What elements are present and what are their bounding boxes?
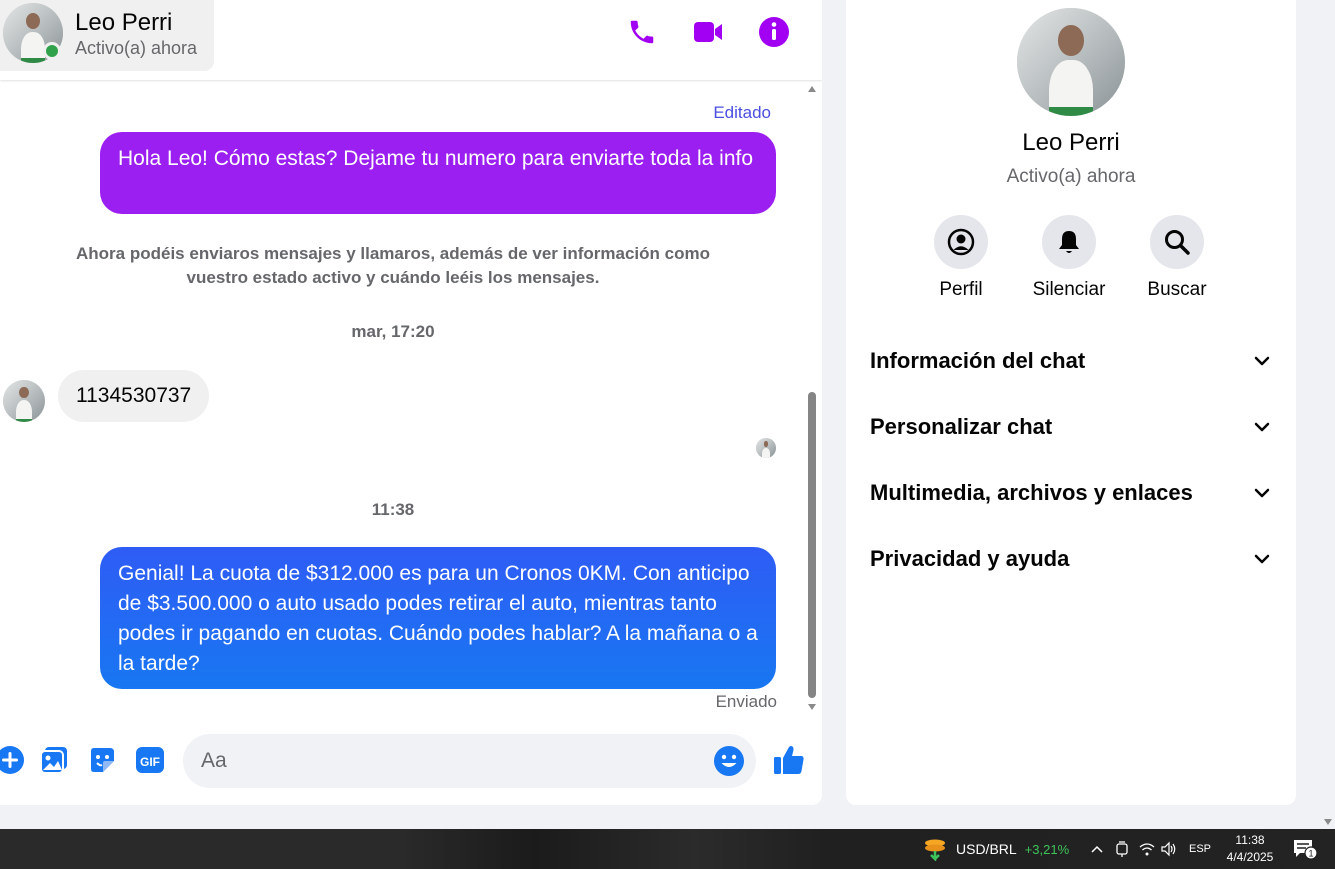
timestamp-divider: 11:38 [371, 500, 415, 519]
emoji-icon[interactable] [712, 744, 746, 778]
section-chat-info[interactable]: Información del chat [858, 333, 1284, 389]
speaker-icon[interactable] [1160, 829, 1178, 869]
windows-taskbar: USD/BRL +3,21% ESP 11:38 4/4/2025 1 [0, 829, 1335, 869]
read-receipt-avatar [756, 438, 776, 458]
phone-icon[interactable] [624, 14, 660, 50]
search-button[interactable]: Buscar [1122, 215, 1232, 301]
section-label: Multimedia, archivos y enlaces [870, 480, 1193, 505]
section-label: Personalizar chat [870, 414, 1053, 439]
coins-icon [925, 839, 945, 861]
online-indicator [43, 42, 61, 60]
chat-header: Leo Perri Activo(a) ahora [0, 0, 822, 80]
thumbs-up-icon[interactable] [771, 742, 807, 778]
profile-avatar[interactable] [1017, 8, 1125, 116]
video-camera-icon[interactable] [690, 14, 726, 50]
search-label: Buscar [1147, 279, 1207, 300]
mute-button[interactable]: Silenciar [1014, 215, 1124, 301]
scrollbar-thumb[interactable] [808, 392, 816, 698]
language-indicator[interactable]: ESP [1189, 829, 1211, 869]
system-note: Ahora podéis enviaros mensajes y llamaro… [76, 244, 710, 287]
clock-time: 11:38 [1235, 833, 1265, 847]
sent-status: Enviado [715, 692, 777, 711]
scroll-up-arrow-icon[interactable] [808, 86, 816, 92]
chevron-down-icon [1254, 488, 1270, 498]
chat-info-panel: Leo Perri Activo(a) ahora Perfil Silenci… [846, 0, 1296, 805]
sender-avatar[interactable] [3, 380, 45, 422]
edited-label[interactable]: Editado [713, 103, 771, 123]
profile-button[interactable]: Perfil [906, 215, 1016, 301]
device-icon[interactable] [1114, 829, 1130, 869]
message-input-field[interactable] [183, 734, 756, 788]
sticker-icon[interactable] [84, 742, 120, 778]
mute-label: Silenciar [1032, 279, 1106, 300]
ticker-name: USD/BRL [956, 841, 1017, 857]
gif-icon[interactable]: GIF [132, 742, 168, 778]
section-label: Privacidad y ayuda [870, 546, 1070, 571]
search-icon [1150, 215, 1204, 269]
section-label: Información del chat [870, 348, 1086, 373]
contact-chip[interactable]: Leo Perri Activo(a) ahora [0, 0, 214, 71]
contact-status: Activo(a) ahora [75, 38, 198, 58]
outgoing-message[interactable]: Genial! La cuota de $312.000 es para un … [100, 547, 776, 689]
profile-status: Activo(a) ahora [1006, 166, 1136, 187]
outgoing-message[interactable]: Hola Leo! Cómo estas? Dejame tu numero p… [100, 132, 776, 214]
timestamp-divider: mar, 17:20 [351, 322, 435, 341]
section-media-files-links[interactable]: Multimedia, archivos y enlaces [858, 465, 1284, 521]
incoming-message[interactable]: 1134530737 [58, 370, 210, 422]
profile-name[interactable]: Leo Perri [846, 129, 1296, 157]
plus-icon[interactable] [0, 742, 28, 778]
chevron-up-icon[interactable] [1089, 829, 1105, 869]
message-input[interactable] [201, 734, 701, 788]
contact-name[interactable]: Leo Perri [75, 9, 172, 37]
bell-icon [1042, 215, 1096, 269]
scroll-down-arrow-icon[interactable] [1324, 819, 1332, 825]
scroll-down-arrow-icon[interactable] [808, 704, 816, 710]
clock[interactable]: 11:38 4/4/2025 [1222, 832, 1278, 866]
section-privacy-support[interactable]: Privacidad y ayuda [858, 531, 1284, 587]
profile-label: Perfil [939, 279, 983, 300]
wifi-icon[interactable] [1138, 829, 1156, 869]
message-scrollbar[interactable] [806, 82, 818, 714]
composer: GIF [0, 722, 822, 802]
message-list[interactable]: Editado Hola Leo! Cómo estas? Dejame tu … [0, 82, 806, 712]
section-customize-chat[interactable]: Personalizar chat [858, 399, 1284, 455]
chevron-down-icon [1254, 356, 1270, 366]
image-icon[interactable] [36, 742, 72, 778]
notifications-icon[interactable]: 1 [1292, 829, 1318, 869]
notification-count: 1 [1308, 849, 1313, 859]
chevron-down-icon [1254, 554, 1270, 564]
clock-date: 4/4/2025 [1226, 850, 1274, 864]
info-icon[interactable] [756, 14, 792, 50]
page-scrollbar[interactable] [1320, 0, 1335, 829]
chat-panel: Leo Perri Activo(a) ahora Editado Hola L… [0, 0, 822, 805]
ticker-change: +3,21% [1024, 841, 1070, 857]
profile-icon [934, 215, 988, 269]
stock-widget[interactable]: USD/BRL +3,21% [922, 829, 1069, 869]
gif-label: GIF [140, 755, 160, 769]
chevron-down-icon [1254, 422, 1270, 432]
